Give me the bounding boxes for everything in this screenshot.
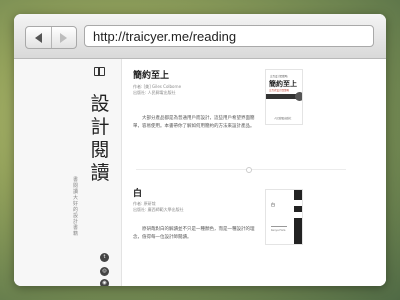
site-tagline: 書閱讀大好的設計書籍 xyxy=(73,177,79,237)
browser-toolbar: http://traicyer.me/reading xyxy=(14,14,386,59)
address-bar[interactable]: http://traicyer.me/reading xyxy=(84,25,374,47)
cover-top-text: 交互设计四策略 xyxy=(270,75,288,78)
post-publisher: 出版社: 廣西師範大學出版社 xyxy=(133,207,184,212)
back-arrow-icon xyxy=(34,32,42,43)
forward-arrow-icon xyxy=(60,32,68,43)
cover-subtitle: 交互式设计四策略 xyxy=(269,89,290,92)
cover-title: 白 xyxy=(271,202,275,207)
twitter-icon[interactable]: t xyxy=(100,253,109,262)
nav-buttons xyxy=(25,26,77,49)
site-logo[interactable]: 設計閱讀 xyxy=(88,93,112,185)
post-publisher: 出版社: 人民郵電出版社 xyxy=(133,90,176,95)
rss-icon[interactable]: ◉ xyxy=(100,279,109,286)
post-title[interactable]: 白 xyxy=(133,186,142,199)
browser-window: http://traicyer.me/reading 設計閱讀 書閱讀大好的設計… xyxy=(14,14,386,286)
post-body: 原研哉對白的解讀並不只是一種顏色，而是一種設計的理念，值得每一位設計師閱讀。 xyxy=(133,227,255,240)
cover-spine-bar xyxy=(294,190,302,244)
book-cover[interactable]: 交互设计四策略 簡約至上 交互式设计四策略 人民郵電出版社 xyxy=(265,69,303,125)
spoon-illustration xyxy=(266,92,302,101)
dribbble-icon[interactable]: ◎ xyxy=(100,267,109,276)
book-cover[interactable]: 白 Kenya Hara xyxy=(265,189,303,245)
reading-list: 簡約至上 作者: [美] Giles Colborne 出版社: 人民郵電出版社… xyxy=(122,59,386,286)
site-sidebar: 設計閱讀 書閱讀大好的設計書籍 t ◎ ◉ xyxy=(14,59,122,286)
cover-rule xyxy=(271,226,287,227)
post-body: 大部分產品都是為普通用戶而設計，這些用戶希望界面簡單，容易使用。本書帶你了解如何… xyxy=(133,116,255,129)
book-icon[interactable] xyxy=(94,67,105,76)
back-button[interactable] xyxy=(26,27,51,48)
post-title[interactable]: 簡約至上 xyxy=(133,68,169,81)
post-divider xyxy=(136,167,346,173)
cover-publisher: 人民郵電出版社 xyxy=(274,117,292,120)
divider-ornament xyxy=(246,167,252,173)
cover-author: Kenya Hara xyxy=(271,229,286,232)
forward-button[interactable] xyxy=(50,27,77,48)
